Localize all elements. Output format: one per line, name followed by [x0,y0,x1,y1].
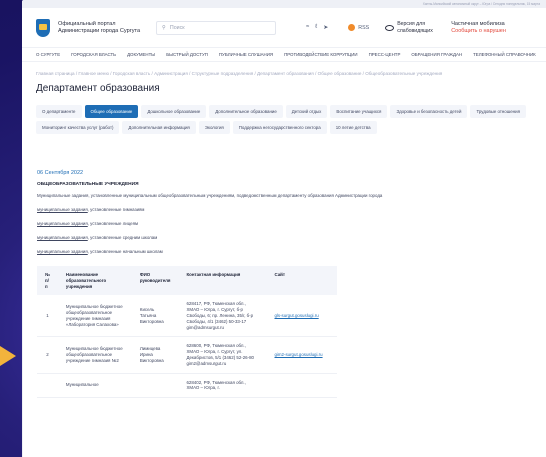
social-icons: ≈ ℓ ➤ [306,24,328,31]
rss-label: RSS [358,24,370,31]
nav-item[interactable]: О СУРГУТЕ [36,52,60,57]
row-number: 2 [37,336,58,374]
content-card: 06 Сентября 2022 ОБЩЕОБРАЗОВАТЕЛЬНЫЕ УЧР… [22,160,546,457]
site-cell: gim2-surgut.gosuslugi.ru [266,336,337,374]
doc-link[interactable]: муниципальные задания [37,235,88,240]
nav-item[interactable]: ДОКУМЕНТЫ [127,52,155,57]
school-name: Муниципальное [57,373,132,399]
contact-info: 628402, РФ, Тюменская обл., ХМАО – Югра,… [178,373,267,399]
director-name [131,373,179,399]
contact-info: 628417, РФ, Тюменская обл., ХМАО – Югра,… [178,295,267,338]
blind-version-label: Версия для слабовидящих [397,21,433,34]
site-link[interactable]: gls-surgut.gosuslugi.ru [274,313,318,318]
doc-line: муниципальные задания, установленные сре… [37,235,532,240]
site-cell [266,373,337,399]
row-number: 1 [37,295,58,338]
column-header: № п/п [37,266,58,296]
school-name: Муниципальное бюджетное общеобразователь… [57,295,132,338]
table-header-row: № п/п Наименование образовательного учре… [37,266,337,296]
top-strip: Ханты-Мансийский автономный округ – Югра… [22,0,546,8]
nav-item[interactable]: БЫСТРЫЙ ДОСТУП [166,52,208,57]
mobilization-title: Частичная мобилиза [451,20,505,27]
search-input[interactable]: ⚲ Поиск [156,20,276,35]
nav-item[interactable]: ГОРОДСКАЯ ВЛАСТЬ [71,52,116,57]
intro-text: Муниципальные задания, установленные мун… [37,193,383,198]
nav-item[interactable]: ОБРАЩЕНИЯ ГРАЖДАН [411,52,462,57]
section-tabs: О департаменте Общее образование Дошколь… [36,105,532,134]
rss-icon [348,24,356,31]
nav-item[interactable]: ПУБЛИЧНЫЕ СЛУШАНИЯ [219,52,273,57]
doc-line-text: , установленные гимназиям [87,207,145,212]
city-crest-icon[interactable] [36,18,50,37]
portal-name[interactable]: Официальный портал Администрации города … [58,21,148,35]
column-header: Наименование образовательного учреждения [57,266,132,296]
doc-line-text: , установленные средним школам [87,235,158,240]
tab-about[interactable]: О департаменте [36,105,82,118]
tab-health-safety[interactable]: Здоровье и безопасность детей [390,105,468,118]
publication-date: 06 Сентября 2022 [37,170,84,176]
column-header: Контактная информация [178,266,267,296]
doc-line: муниципальные задания, установленные гим… [37,207,532,212]
director-name: Лимицева Ирина Викторовна [131,336,179,374]
doc-line-text: , установленные начальным школам [87,249,163,254]
doc-link[interactable]: муниципальные задания [37,221,88,226]
site-header: Официальный портал Администрации города … [22,8,546,48]
tab-preschool[interactable]: Дошкольное образование [141,105,207,118]
page-title: Департамент образования [36,83,160,94]
tab-nonstate-support[interactable]: Поддержка негосударственного сектора [232,121,327,134]
nav-item[interactable]: ПРОТИВОДЕЙСТВИЕ КОРРУПЦИИ [284,52,358,57]
contact-info: 628600, РФ, Тюменская обл., ХМАО – Югра,… [178,336,267,374]
tab-decade-of-childhood[interactable]: 10 летие детства [329,121,377,134]
ok-icon[interactable]: ℓ [315,24,317,31]
nav-item[interactable]: ТЕЛЕФОННЫЙ СПРАВОЧНИК [473,52,536,57]
table-row: 1 Муниципальное бюджетное общеобразовате… [37,295,337,338]
doc-line: муниципальные задания, установленные нач… [37,249,532,254]
row-number [37,373,58,399]
breadcrumb[interactable]: Главная страница / Главное меню / Городс… [22,62,546,76]
doc-link[interactable]: муниципальные задания [37,249,88,254]
tab-quality-monitoring[interactable]: Мониторинг качества услуг (работ) [36,121,120,134]
tab-children-rest[interactable]: Детский отдых [285,105,328,118]
nav-item[interactable]: ПРЕСС-ЦЕНТР [369,52,401,57]
tab-ecology[interactable]: Экология [198,121,230,134]
main-nav: О СУРГУТЕ ГОРОДСКАЯ ВЛАСТЬ ДОКУМЕНТЫ БЫС… [22,48,546,62]
site-link[interactable]: gim2-surgut.gosuslugi.ru [274,352,322,357]
tab-additional-education[interactable]: Дополнительное образование [209,105,283,118]
blind-version-link[interactable]: Версия для слабовидящих [385,21,435,34]
column-header: Сайт [266,266,337,296]
search-icon: ⚲ [162,24,166,31]
tab-labor-relations[interactable]: Трудовые отношения [470,105,526,118]
mobilization-link[interactable]: Частичная мобилиза Сообщить о нарушен [451,21,506,35]
doc-line: муниципальные задания, установленные лиц… [37,221,532,226]
tab-additional-info[interactable]: Дополнительная информация [122,121,196,134]
pointer-arrow-icon [0,346,16,366]
table-row: 2 Муниципальное бюджетное общеобразовате… [37,336,337,374]
mobilization-report[interactable]: Сообщить о нарушен [451,28,506,35]
tab-general-education[interactable]: Общее образование [84,105,139,118]
table-row: Муниципальное 628402, РФ, Тюменская обл.… [37,373,337,399]
telegram-icon[interactable]: ➤ [323,24,328,31]
vk-icon[interactable]: ≈ [306,24,309,31]
site-cell: gls-surgut.gosuslugi.ru [266,295,337,338]
section-title: ОБЩЕОБРАЗОВАТЕЛЬНЫЕ УЧРЕЖДЕНИЯ [37,182,139,187]
school-name: Муниципальное бюджетное общеобразователь… [57,336,132,374]
doc-line-text: , установленные лицеям [87,221,139,226]
tab-upbringing[interactable]: Воспитание учащихся [330,105,388,118]
search-placeholder: Поиск [169,24,185,31]
doc-link[interactable]: муниципальные задания [37,207,88,212]
rss-link[interactable]: RSS [348,24,369,31]
director-name: Кисель Татьяна Викторовна [131,295,179,338]
eye-icon [385,24,395,31]
schools-table: № п/п Наименование образовательного учре… [37,266,337,399]
column-header: ФИО руководителя [131,266,179,296]
